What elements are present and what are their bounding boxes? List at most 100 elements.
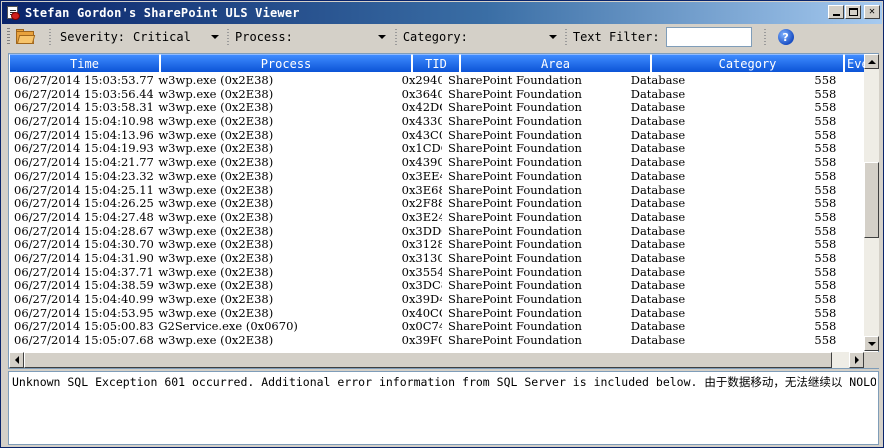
cell-process: w3wp.exe (0x2E38) xyxy=(158,279,274,293)
category-dropdown[interactable] xyxy=(476,28,557,46)
cell-tid: 0x43C0 xyxy=(401,128,442,142)
cell-process: w3wp.exe (0x2E38) xyxy=(158,306,274,320)
cell-category: Database xyxy=(630,265,686,279)
table-row[interactable]: 06/27/2014 15:04:25.11 w3wp.exe (0x2E38) 0… xyxy=(9,184,849,198)
cell-process: w3wp.exe (0x2E38) xyxy=(158,197,274,211)
table-row[interactable]: 06/27/2014 15:04:10.98 w3wp.exe (0x2E38) 0… xyxy=(9,115,849,129)
grid-header: Time Process TID Area Category Eve xyxy=(9,54,878,73)
cell-eventid: 558 xyxy=(814,183,837,197)
toolbar-separator xyxy=(394,29,397,45)
process-dropdown[interactable] xyxy=(301,28,386,46)
cell-category: Database xyxy=(630,238,686,252)
scroll-right-button[interactable] xyxy=(849,352,864,368)
cell-tid: 0x3640 xyxy=(401,87,442,101)
table-row[interactable]: 06/27/2014 15:04:26.25 w3wp.exe (0x2E38) 0… xyxy=(9,197,849,211)
table-row[interactable]: 06/27/2014 15:03:53.77 w3wp.exe (0x2E38) 0… xyxy=(9,74,849,88)
cell-tid: 0x3130 xyxy=(401,251,442,265)
cell-area: SharePoint Foundation xyxy=(447,210,582,224)
column-header-category[interactable]: Category xyxy=(651,54,844,73)
table-row[interactable]: 06/27/2014 15:04:30.70 w3wp.exe (0x2E38) 0… xyxy=(9,238,849,252)
cell-process: w3wp.exe (0x2E38) xyxy=(158,251,274,265)
cell-process: w3wp.exe (0x2E38) xyxy=(158,183,274,197)
cell-category: Database xyxy=(630,210,686,224)
cell-tid: 0x40CC xyxy=(401,306,442,320)
cell-process: w3wp.exe (0x2E38) xyxy=(158,169,274,183)
arrow-right-icon xyxy=(854,356,859,364)
cell-eventid: 558 xyxy=(814,334,837,348)
table-row[interactable]: 06/27/2014 15:04:40.99 w3wp.exe (0x2E38) 0… xyxy=(9,293,849,307)
vertical-scrollbar[interactable] xyxy=(864,54,879,351)
cell-area: SharePoint Foundation xyxy=(447,142,582,156)
log-grid[interactable]: Time Process TID Area Category Eve 06/27… xyxy=(8,53,879,369)
cell-tid: 0x3E68 xyxy=(401,183,442,197)
log-viewer-app-icon[interactable] xyxy=(5,5,21,21)
column-header-tid[interactable]: TID xyxy=(412,54,460,73)
cell-category: Database xyxy=(630,156,686,170)
horizontal-scrollbar[interactable] xyxy=(9,352,864,368)
table-row[interactable]: 06/27/2014 15:05:00.83 G2Service.exe (0x0… xyxy=(9,320,849,334)
horizontal-scroll-thumb[interactable] xyxy=(24,352,832,368)
column-header-process[interactable]: Process xyxy=(160,54,412,73)
cell-area: SharePoint Foundation xyxy=(447,238,582,252)
cell-eventid: 558 xyxy=(814,156,837,170)
table-row[interactable]: 06/27/2014 15:03:56.44 w3wp.exe (0x2E38) 0… xyxy=(9,88,849,102)
cell-time: 06/27/2014 15:04:25.11 xyxy=(14,183,154,197)
cell-tid: 0x0C74 xyxy=(401,320,442,334)
table-row[interactable]: 06/27/2014 15:04:31.90 w3wp.exe (0x2E38) 0… xyxy=(9,252,849,266)
table-row[interactable]: 06/27/2014 15:04:27.48 w3wp.exe (0x2E38) 0… xyxy=(9,211,849,225)
toolbar-grip[interactable] xyxy=(7,28,10,46)
cell-eventid: 558 xyxy=(814,210,837,224)
cell-eventid: 558 xyxy=(814,142,837,156)
cell-time: 06/27/2014 15:04:23.32 xyxy=(14,169,154,183)
scroll-down-button[interactable] xyxy=(864,336,879,351)
cell-time: 06/27/2014 15:04:31.90 xyxy=(14,251,154,265)
cell-eventid: 558 xyxy=(814,251,837,265)
column-header-area[interactable]: Area xyxy=(460,54,651,73)
close-icon: ✕ xyxy=(868,6,876,17)
vertical-scroll-thumb[interactable] xyxy=(864,162,879,238)
cell-process: w3wp.exe (0x2E38) xyxy=(158,142,274,156)
cell-time: 06/27/2014 15:04:26.25 xyxy=(14,197,154,211)
help-icon[interactable]: ? xyxy=(777,29,794,45)
severity-value: Critical xyxy=(133,30,191,44)
maximize-icon xyxy=(848,8,858,16)
cell-process: w3wp.exe (0x2E38) xyxy=(158,156,274,170)
table-row[interactable]: 06/27/2014 15:04:37.71 w3wp.exe (0x2E38) 0… xyxy=(9,266,849,280)
scroll-left-button[interactable] xyxy=(9,352,24,368)
cell-process: w3wp.exe (0x2E38) xyxy=(158,238,274,252)
table-row[interactable]: 06/27/2014 15:05:07.68 w3wp.exe (0x2E38) 0… xyxy=(9,334,849,348)
cell-eventid: 558 xyxy=(814,169,837,183)
table-row[interactable]: 06/27/2014 15:04:21.77 w3wp.exe (0x2E38) 0… xyxy=(9,156,849,170)
cell-category: Database xyxy=(630,279,686,293)
scroll-up-button[interactable] xyxy=(864,54,879,69)
table-row[interactable]: 06/27/2014 15:04:53.95 w3wp.exe (0x2E38) 0… xyxy=(9,307,849,321)
table-row[interactable]: 06/27/2014 15:04:23.32 w3wp.exe (0x2E38) 0… xyxy=(9,170,849,184)
cell-category: Database xyxy=(630,74,686,87)
folder-open-icon[interactable] xyxy=(15,29,36,45)
minimize-button[interactable] xyxy=(828,5,844,19)
cell-tid: 0x3554 xyxy=(401,265,442,279)
title-bar[interactable]: Stefan Gordon's SharePoint ULS Viewer ✕ xyxy=(2,2,882,24)
maximize-button[interactable] xyxy=(845,5,861,19)
severity-dropdown[interactable]: Critical xyxy=(133,28,220,46)
cell-area: SharePoint Foundation xyxy=(447,128,582,142)
table-row[interactable]: 06/27/2014 15:04:13.96 w3wp.exe (0x2E38) 0… xyxy=(9,129,849,143)
cell-time: 06/27/2014 15:03:58.31 xyxy=(14,101,154,115)
cell-tid: 0x3DDC xyxy=(401,224,442,238)
cell-category: Database xyxy=(630,87,686,101)
cell-category: Database xyxy=(630,128,686,142)
table-row[interactable]: 06/27/2014 15:03:58.31 w3wp.exe (0x2E38) 0… xyxy=(9,101,849,115)
table-row[interactable]: 06/27/2014 15:04:38.59 w3wp.exe (0x2E38) 0… xyxy=(9,279,849,293)
text-filter-input[interactable] xyxy=(665,27,752,47)
cell-category: Database xyxy=(630,183,686,197)
cell-tid: 0x3128 xyxy=(401,238,442,252)
cell-tid: 0x3E24 xyxy=(401,210,442,224)
table-row[interactable]: 06/27/2014 15:04:19.93 w3wp.exe (0x2E38) 0… xyxy=(9,142,849,156)
cell-eventid: 558 xyxy=(814,128,837,142)
close-button[interactable]: ✕ xyxy=(864,5,880,19)
cell-area: SharePoint Foundation xyxy=(447,169,582,183)
table-row[interactable]: 06/27/2014 15:04:28.67 w3wp.exe (0x2E38) 0… xyxy=(9,225,849,239)
column-header-time[interactable]: Time xyxy=(9,54,160,73)
message-detail-pane[interactable]: Unknown SQL Exception 601 occurred. Addi… xyxy=(8,371,879,445)
grid-rows: 06/27/2014 15:03:53.77 w3wp.exe (0x2E38) 0… xyxy=(9,74,849,348)
